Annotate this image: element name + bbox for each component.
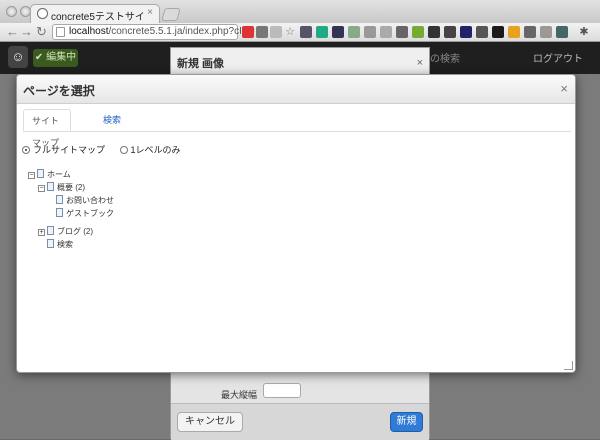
reload-button[interactable]: ↻ xyxy=(36,24,47,40)
new-image-dialog-footer: キャンセル 新規 xyxy=(171,403,429,440)
font-extension-icon[interactable] xyxy=(524,26,536,38)
window-close-button[interactable] xyxy=(6,6,17,17)
ring-extension-icon[interactable] xyxy=(444,26,456,38)
browser-tab-bar: concrete5テストサイト :: ホーム × xyxy=(0,0,600,23)
camera-extension-icon[interactable] xyxy=(300,26,312,38)
radio-one-level-button[interactable] xyxy=(119,146,128,154)
tab-title: concrete5テストサイト :: ホーム xyxy=(51,12,143,23)
address-bar[interactable]: localhost/concrete5.5.1.ja/index.php?cID… xyxy=(52,24,265,40)
tab-search[interactable]: 検索 xyxy=(95,109,129,131)
chrome-extension-icon[interactable] xyxy=(508,26,520,38)
tree-item-home[interactable]: − ホーム xyxy=(28,169,71,180)
browser-tab[interactable]: concrete5テストサイト :: ホーム × xyxy=(30,4,160,23)
edit-mode-button[interactable]: ✔ 編集中 xyxy=(33,49,78,67)
cancel-button[interactable]: キャンセル xyxy=(177,412,243,432)
dark-extension-icon[interactable] xyxy=(492,26,504,38)
create-button[interactable]: 新規 xyxy=(390,412,423,432)
modal-tabs: サイトマップ 検索 xyxy=(23,109,571,148)
timer-extension-icon[interactable] xyxy=(316,26,328,38)
leaf-extension-icon[interactable] xyxy=(412,26,424,38)
max-height-input[interactable] xyxy=(263,383,301,398)
page-icon xyxy=(37,169,44,178)
stop-icon[interactable] xyxy=(242,26,254,38)
page-icon xyxy=(56,195,63,204)
ghost-extension-icon[interactable] xyxy=(428,26,440,38)
wrench-icon[interactable]: ✱ xyxy=(578,26,590,38)
tree-item-search[interactable]: 検索 xyxy=(47,239,73,250)
radio-full-sitemap[interactable]: フルサイトマップ xyxy=(22,145,105,155)
tree-item-contact[interactable]: お問い合わせ xyxy=(56,195,114,206)
logout-link[interactable]: ログアウト xyxy=(533,50,583,65)
tab-close-button[interactable]: × xyxy=(147,7,153,18)
new-tab-button[interactable] xyxy=(161,8,181,21)
expand-icon[interactable]: + xyxy=(38,229,45,236)
tree-item-label: ホーム xyxy=(47,170,71,179)
tree-item-label: 概要 (2) xyxy=(57,183,85,192)
extension-icon[interactable] xyxy=(256,26,268,38)
url-host: localhost xyxy=(69,26,109,37)
page-icon xyxy=(47,182,54,191)
page-icon xyxy=(47,239,54,248)
tree-item-label: ゲストブック xyxy=(66,209,114,218)
back-button[interactable]: ← xyxy=(6,24,19,40)
radio-full-sitemap-label: フルサイトマップ xyxy=(33,145,106,155)
globe-extension-icon[interactable] xyxy=(364,26,376,38)
site-favicon-icon xyxy=(37,8,48,19)
tree-item-label: ブログ (2) xyxy=(57,227,93,236)
concrete5-logo-icon[interactable]: ☺ xyxy=(8,46,28,68)
bookmark-star-icon[interactable]: ☆ xyxy=(284,26,296,38)
collapse-icon[interactable]: − xyxy=(28,172,35,179)
page-action-icon[interactable] xyxy=(270,26,282,38)
dashboard-extension-icon[interactable] xyxy=(332,26,344,38)
browser-toolbar: ← → ↻ localhost/concrete5.5.1.ja/index.p… xyxy=(0,23,600,42)
select-page-modal: ページを選択 × サイトマップ 検索 フルサイトマップ 1レベルのみ − ホーム … xyxy=(16,74,576,373)
radio-full-sitemap-button[interactable] xyxy=(22,146,30,154)
grid-extension-icon[interactable] xyxy=(348,26,360,38)
radio-one-level[interactable]: 1レベルのみ xyxy=(119,145,181,155)
page-icon xyxy=(56,208,63,217)
tree-item-blog[interactable]: + ブログ (2) xyxy=(38,226,93,237)
new-image-dialog-close-button[interactable]: × xyxy=(417,57,423,69)
new-image-dialog-header: 新規 画像 × xyxy=(171,48,429,75)
collapse-icon[interactable]: − xyxy=(38,185,45,192)
address-url: localhost/concrete5.5.1.ja/index.php?cID… xyxy=(69,26,265,37)
forward-button[interactable]: → xyxy=(20,24,33,40)
tree-item-overview[interactable]: − 概要 (2) xyxy=(38,182,85,193)
resize-handle-icon[interactable] xyxy=(564,361,573,370)
star-extension-icon[interactable] xyxy=(476,26,488,38)
page-icon xyxy=(47,226,54,235)
modal-header: ページを選択 × xyxy=(17,75,575,104)
page-icon xyxy=(56,27,65,37)
tools-extension-icon[interactable] xyxy=(380,26,392,38)
wordpress-extension-icon[interactable] xyxy=(556,26,568,38)
eyedropper-extension-icon[interactable] xyxy=(396,26,408,38)
max-height-label: 最大縦幅 xyxy=(221,390,258,400)
modal-close-button[interactable]: × xyxy=(560,81,568,96)
tree-item-guestbook[interactable]: ゲストブック xyxy=(56,208,114,219)
tree-item-label: お問い合わせ xyxy=(66,196,114,205)
radio-one-level-label: 1レベルのみ xyxy=(130,145,181,155)
sitemap-mode-options: フルサイトマップ 1レベルのみ xyxy=(22,143,181,156)
link-extension-icon[interactable] xyxy=(460,26,472,38)
modal-title: ページを選択 xyxy=(23,84,95,98)
tree-extension-icon[interactable] xyxy=(540,26,552,38)
new-image-dialog-title: 新規 画像 xyxy=(177,58,225,70)
tab-sitemap[interactable]: サイトマップ xyxy=(23,109,71,148)
tree-item-label: 検索 xyxy=(57,240,73,249)
